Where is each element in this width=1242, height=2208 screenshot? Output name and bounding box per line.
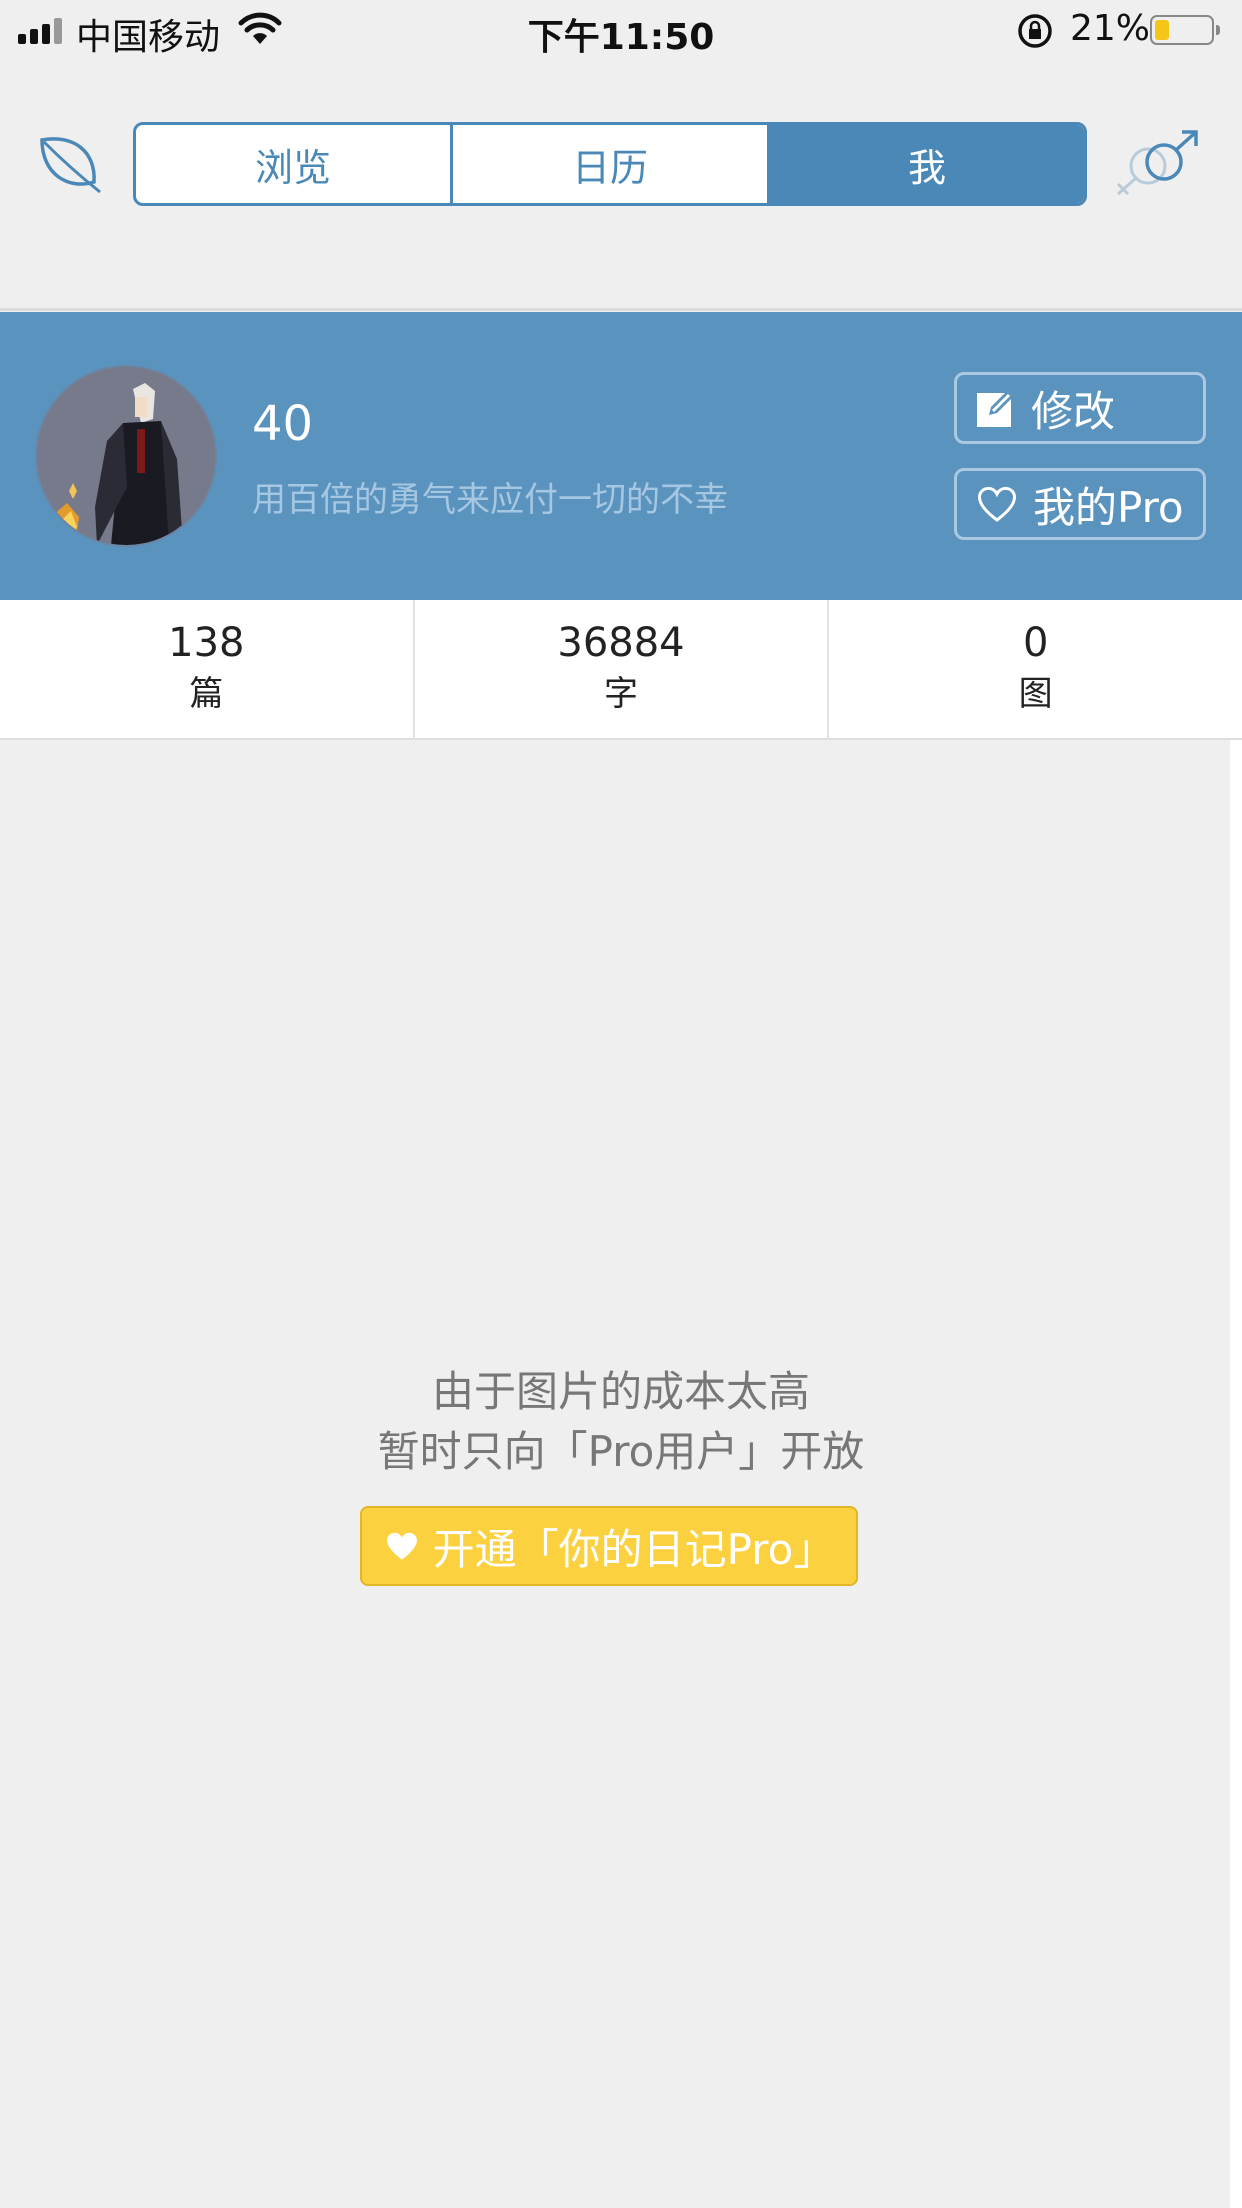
upgrade-pro-button[interactable]: 开通「你的日记Pro」 — [360, 1506, 858, 1586]
profile-motto: 用百倍的勇气来应付一切的不幸 — [252, 480, 728, 520]
stat-images[interactable]: 0 图 — [827, 600, 1242, 738]
leaf-icon[interactable] — [34, 130, 104, 200]
rotation-lock-icon — [1018, 14, 1052, 48]
tab-browse[interactable]: 浏览 — [136, 125, 450, 203]
edit-button-label: 修改 — [1031, 386, 1116, 436]
stat-entries[interactable]: 138 篇 — [0, 600, 413, 738]
clock: 下午11:50 — [527, 17, 715, 58]
my-pro-button[interactable]: 我的Pro — [954, 468, 1206, 540]
stat-label: 图 — [1018, 674, 1053, 714]
empty-state-message-line1: 由于图片的成本太高 — [431, 1367, 810, 1416]
edit-profile-button[interactable]: 修改 — [954, 372, 1206, 444]
avatar-character-image — [37, 367, 215, 545]
stat-value: 36884 — [557, 620, 685, 666]
tab-me[interactable]: 我 — [767, 125, 1084, 203]
header-divider — [0, 308, 1242, 311]
edit-icon — [977, 389, 1015, 427]
stats-bar: 138 篇 36884 字 0 图 — [0, 600, 1242, 740]
stat-label: 篇 — [189, 674, 224, 714]
heart-icon — [386, 1532, 417, 1560]
upgrade-pro-label: 开通「你的日记Pro」 — [432, 1524, 836, 1574]
empty-state-message-line2: 暂时只向「Pro用户」开放 — [377, 1427, 865, 1476]
avatar[interactable] — [37, 367, 215, 545]
username: 40 — [252, 396, 314, 452]
stat-label: 字 — [604, 674, 638, 714]
stat-value: 138 — [168, 620, 245, 666]
battery-percentage: 21% — [1070, 8, 1151, 49]
profile-header: 40 用百倍的勇气来应付一切的不幸 修改 我的Pro — [0, 312, 1242, 600]
status-bar: 中国移动 下午11:50 21% — [0, 0, 1242, 62]
tab-segmented-control: 浏览 日历 我 — [133, 122, 1087, 206]
tab-calendar[interactable]: 日历 — [450, 125, 767, 203]
stat-characters[interactable]: 36884 字 — [412, 600, 828, 738]
battery-icon — [1150, 15, 1220, 45]
stat-value: 0 — [1022, 620, 1049, 666]
heart-outline-icon — [978, 486, 1016, 522]
gender-symbol-icon[interactable] — [1112, 128, 1212, 198]
my-pro-button-label: 我的Pro — [1033, 482, 1184, 532]
